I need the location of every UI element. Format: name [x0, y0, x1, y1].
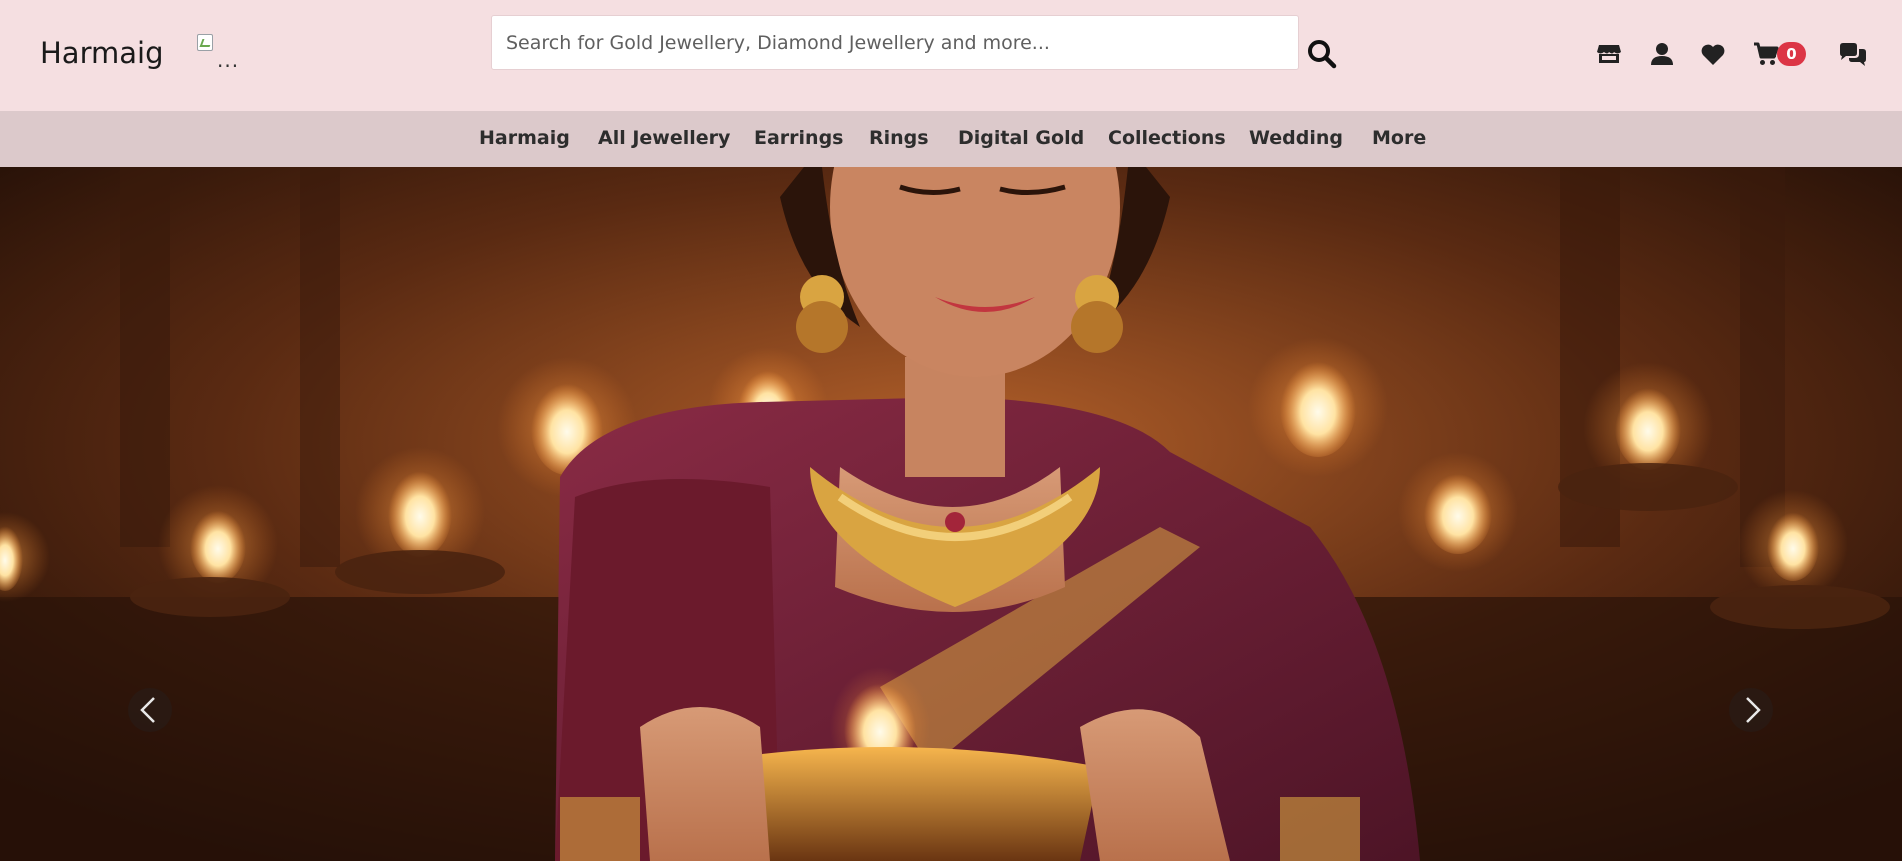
search-icon [1308, 40, 1337, 69]
heart-icon [1701, 44, 1725, 65]
search-box [491, 15, 1299, 70]
chat-icon [1840, 43, 1866, 66]
carousel-next-button[interactable] [1729, 688, 1773, 732]
store-button[interactable] [1596, 41, 1622, 67]
nav-item-wedding[interactable]: Wedding [1249, 127, 1343, 149]
account-button[interactable] [1649, 41, 1675, 67]
nav-item-all-jewellery[interactable]: All Jewellery [598, 127, 730, 149]
hero-banner-image [0, 167, 1902, 861]
top-header: Harmaig ... Search for Gold Jewellery, D… [0, 0, 1902, 111]
category-nav: Harmaig All Jewellery Earrings Rings Dig… [0, 111, 1902, 167]
nav-item-more[interactable]: More [1372, 127, 1426, 149]
broken-image-icon [197, 34, 213, 51]
search-input[interactable] [492, 16, 1298, 69]
user-icon [1651, 43, 1673, 65]
nav-item-collections[interactable]: Collections [1108, 127, 1226, 149]
logo-alt-text: ... [217, 48, 240, 72]
nav-item-digital-gold[interactable]: Digital Gold [958, 127, 1084, 149]
cart-count-badge: 0 [1777, 42, 1806, 66]
store-icon [1597, 45, 1621, 63]
hero-carousel [0, 167, 1902, 861]
nav-item-harmaig[interactable]: Harmaig [479, 127, 570, 149]
chat-button[interactable] [1838, 42, 1868, 68]
cart-icon [1754, 42, 1779, 65]
search-button[interactable] [1306, 38, 1338, 70]
broken-logo-image[interactable]: ... [197, 34, 243, 72]
wishlist-button[interactable] [1700, 42, 1726, 68]
chevron-right-icon [1746, 697, 1761, 723]
brand-name[interactable]: Harmaig [40, 36, 163, 70]
nav-item-earrings[interactable]: Earrings [754, 127, 844, 149]
chevron-left-icon [140, 697, 155, 723]
carousel-prev-button[interactable] [128, 688, 172, 732]
cart-button[interactable] [1753, 41, 1779, 67]
nav-item-rings[interactable]: Rings [869, 127, 929, 149]
